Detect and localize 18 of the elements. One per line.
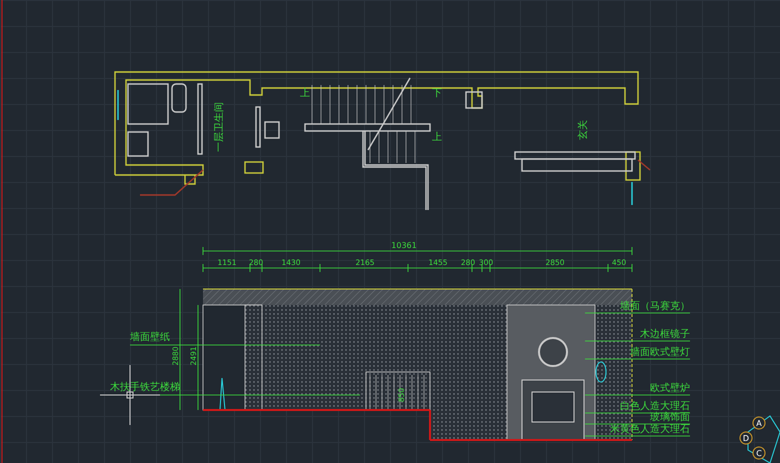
view-cube-label[interactable]: A	[752, 416, 766, 430]
stair-direction-label: 上	[300, 88, 310, 99]
room-label: 一层卫生间	[214, 102, 225, 152]
annotation-label: 墙面（马赛克）	[620, 301, 690, 312]
annotation-label: 米黄色人造大理石	[610, 424, 690, 435]
dimension-label: 10361	[391, 241, 417, 250]
stair-direction-label: 下	[432, 88, 442, 99]
annotation-label: 墙面欧式壁灯	[630, 347, 690, 358]
view-cube-label[interactable]: C	[752, 446, 766, 460]
room-label: 玄关	[578, 120, 589, 140]
annotation-label: 墙面壁纸	[130, 332, 170, 343]
view-cube-label[interactable]: D	[740, 432, 752, 444]
annotation-label: 欧式壁炉	[650, 383, 690, 394]
stair-direction-label: 上	[432, 132, 442, 143]
annotation-label: 玻璃饰面	[650, 412, 690, 423]
annotation-label: 木边框镜子	[640, 329, 690, 340]
annotation-label: 白色人造大理石	[620, 401, 690, 412]
annotation-label: 木扶手铁艺楼梯	[110, 382, 180, 393]
